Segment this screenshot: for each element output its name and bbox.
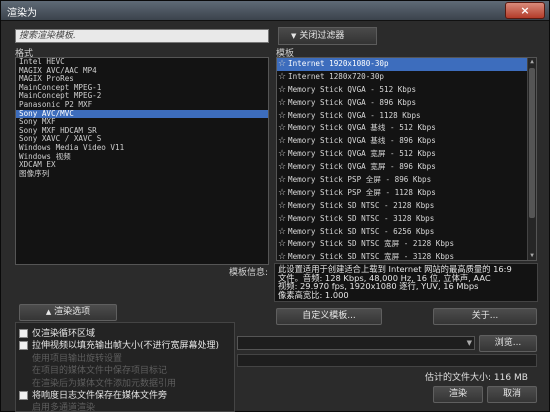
scroll-up-icon[interactable]: ▲ xyxy=(529,58,535,66)
template-name: Memory Stick QVGA - 512 Kbps xyxy=(288,84,417,94)
option-checkbox[interactable] xyxy=(19,329,28,338)
template-name: Memory Stick QVGA - 896 Kbps xyxy=(288,97,417,107)
template-list-item[interactable]: ☆ Memory Stick PSP 全屏 - 896 Kbps xyxy=(277,174,536,187)
estimated-size-value: 116 MB xyxy=(493,373,528,383)
customize-template-button[interactable]: 自定义模板... xyxy=(276,308,382,325)
template-name: Memory Stick QVGA 基线 - 512 Kbps xyxy=(288,123,436,133)
option-label: 启用多通道渲染 xyxy=(32,403,96,412)
star-icon[interactable]: ☆ xyxy=(278,238,288,251)
render-option-row[interactable]: 将响度日志文件保存在媒体文件旁 xyxy=(19,388,167,401)
template-name: Memory Stick QVGA 宽屏 - 896 Kbps xyxy=(288,162,436,172)
template-name: Memory Stick QVGA 基线 - 896 Kbps xyxy=(288,136,436,146)
render-options-panel: 仅渲染循环区域 拉伸视频以填充输出帧大小(不进行宽屏幕处理) 使用项目输出旋转设置在… xyxy=(15,322,235,412)
template-list-item[interactable]: ☆ Internet 1920x1080-30p xyxy=(277,58,536,71)
star-icon[interactable]: ☆ xyxy=(278,148,288,161)
star-icon[interactable]: ☆ xyxy=(278,187,288,200)
template-name: Memory Stick SD NTSC 宽屏 - 2128 Kbps xyxy=(288,239,455,249)
template-list-item[interactable]: ☆ Memory Stick QVGA 宽屏 - 512 Kbps xyxy=(277,148,536,161)
template-info-label: 模板信息: xyxy=(229,268,269,278)
template-name: Memory Stick SD NTSC - 6256 Kbps xyxy=(288,226,435,236)
template-name: Memory Stick QVGA 宽屏 - 512 Kbps xyxy=(288,149,436,159)
template-list-item[interactable]: ☆ Memory Stick QVGA - 512 Kbps xyxy=(277,84,536,97)
template-list-item[interactable]: ☆ Memory Stick QVGA 基线 - 896 Kbps xyxy=(277,135,536,148)
template-name: Internet 1280x720-30p xyxy=(288,71,385,81)
template-name: Memory Stick SD NTSC 宽屏 - 3128 Kbps xyxy=(288,252,455,261)
template-list-item[interactable]: ☆ Memory Stick QVGA - 1128 Kbps xyxy=(277,110,536,123)
cancel-button[interactable]: 取消 xyxy=(487,386,537,403)
browse-button[interactable]: 浏览... xyxy=(479,335,537,352)
chevron-down-icon[interactable]: ▼ xyxy=(467,339,472,347)
template-list-item[interactable]: ☆ Memory Stick SD NTSC 宽屏 - 2128 Kbps xyxy=(277,238,536,251)
template-list-scrollbar[interactable]: ▲ ▼ xyxy=(527,58,536,260)
render-option-row[interactable]: 拉伸视频以填充输出帧大小(不进行宽屏幕处理) xyxy=(19,338,219,351)
output-filename-field[interactable] xyxy=(237,354,537,367)
star-icon[interactable]: ☆ xyxy=(278,251,288,260)
estimated-file-size: 估计的文件大小: 116 MB xyxy=(425,370,528,383)
filter-toggle-button[interactable]: ▼ 关闭过滤器 xyxy=(278,27,377,45)
template-name: Internet 1920x1080-30p xyxy=(288,59,389,68)
render-options-toggle-button[interactable]: ▲ 渲染选项 xyxy=(19,304,117,321)
triangle-down-icon: ▼ xyxy=(291,32,297,40)
template-list-item[interactable]: ☆ Memory Stick QVGA 宽屏 - 896 Kbps xyxy=(277,161,536,174)
star-icon[interactable]: ☆ xyxy=(278,97,288,110)
template-list[interactable]: ☆ Internet 1920x1080-30p ☆ Internet 1280x72… xyxy=(276,57,537,261)
template-list-item[interactable]: ☆ Memory Stick SD NTSC - 2128 Kbps xyxy=(277,200,536,213)
template-list-item[interactable]: ☆ Memory Stick SD NTSC 宽屏 - 3128 Kbps xyxy=(277,251,536,261)
template-name: Memory Stick PSP 全屏 - 896 Kbps xyxy=(288,175,432,185)
star-icon[interactable]: ☆ xyxy=(278,226,288,239)
template-name: Memory Stick QVGA - 1128 Kbps xyxy=(288,110,421,120)
format-list-item[interactable]: 图像序列 xyxy=(16,169,268,179)
template-name: Memory Stick SD NTSC - 2128 Kbps xyxy=(288,200,435,210)
star-icon[interactable]: ☆ xyxy=(278,71,288,84)
render-option-row: 启用多通道渲染 xyxy=(19,400,95,412)
scroll-down-icon[interactable]: ▼ xyxy=(529,252,535,260)
render-button[interactable]: 渲染 xyxy=(433,386,483,403)
star-icon[interactable]: ☆ xyxy=(278,200,288,213)
option-checkbox[interactable] xyxy=(19,391,28,400)
render-options-label: 渲染选项 xyxy=(54,307,91,317)
filter-button-label: 关闭过滤器 xyxy=(299,31,345,41)
template-list-item[interactable]: ☆ Memory Stick QVGA - 896 Kbps xyxy=(277,97,536,110)
template-search-input[interactable]: 搜索渲染模板. xyxy=(15,29,269,43)
option-checkbox[interactable] xyxy=(19,341,28,351)
template-name: Memory Stick SD NTSC - 3128 Kbps xyxy=(288,213,435,223)
format-list-item[interactable]: XDCAM EX xyxy=(16,161,268,170)
template-list-item[interactable]: ☆ Memory Stick QVGA 基线 - 512 Kbps xyxy=(277,122,536,135)
template-name: Memory Stick PSP 全屏 - 1128 Kbps xyxy=(288,187,436,197)
star-icon[interactable]: ☆ xyxy=(278,122,288,135)
render-option-row: 使用项目输出旋转设置 xyxy=(19,351,122,364)
render-as-dialog: 渲染为 × 搜索渲染模板. ▼ 关闭过滤器 格式 模板 Intel HEVC MAG… xyxy=(0,0,550,412)
window-title: 渲染为 xyxy=(7,8,37,19)
output-folder-field[interactable]: ▼ xyxy=(237,336,475,350)
template-list-item[interactable]: ☆ Memory Stick SD NTSC - 6256 Kbps xyxy=(277,226,536,239)
close-button[interactable]: × xyxy=(505,2,545,19)
format-list[interactable]: Intel HEVC MAGIX AVC/AAC MP4 MAGIX ProRes M… xyxy=(15,57,269,265)
triangle-up-icon: ▲ xyxy=(45,308,52,316)
star-icon[interactable]: ☆ xyxy=(278,84,288,97)
star-icon[interactable]: ☆ xyxy=(278,110,288,123)
render-option-row[interactable]: 仅渲染循环区域 xyxy=(19,326,95,339)
star-icon[interactable]: ☆ xyxy=(278,213,288,226)
star-icon[interactable]: ☆ xyxy=(278,161,288,174)
template-list-item[interactable]: ☆ Memory Stick PSP 全屏 - 1128 Kbps xyxy=(277,187,536,200)
template-list-item[interactable]: ☆ Internet 1280x720-30p xyxy=(277,71,536,84)
estimated-size-label: 估计的文件大小: xyxy=(425,373,492,383)
template-list-item[interactable]: ☆ Memory Stick SD NTSC - 3128 Kbps xyxy=(277,213,536,226)
scrollbar-thumb[interactable] xyxy=(529,68,535,218)
template-info-text: 此设置适用于创建适合上载到 Internet 网站的最高质量的 16:9 文件。… xyxy=(274,263,538,302)
star-icon[interactable]: ☆ xyxy=(278,58,288,71)
title-bar: 渲染为 × xyxy=(1,1,549,21)
star-icon[interactable]: ☆ xyxy=(278,135,288,148)
star-icon[interactable]: ☆ xyxy=(278,174,288,187)
about-button[interactable]: 关于... xyxy=(433,308,537,325)
render-option-row: 在渲染后为媒体文件添加元数据引用 xyxy=(19,376,176,389)
render-option-row: 在项目的媒体文件中保存项目标记 xyxy=(19,363,167,376)
